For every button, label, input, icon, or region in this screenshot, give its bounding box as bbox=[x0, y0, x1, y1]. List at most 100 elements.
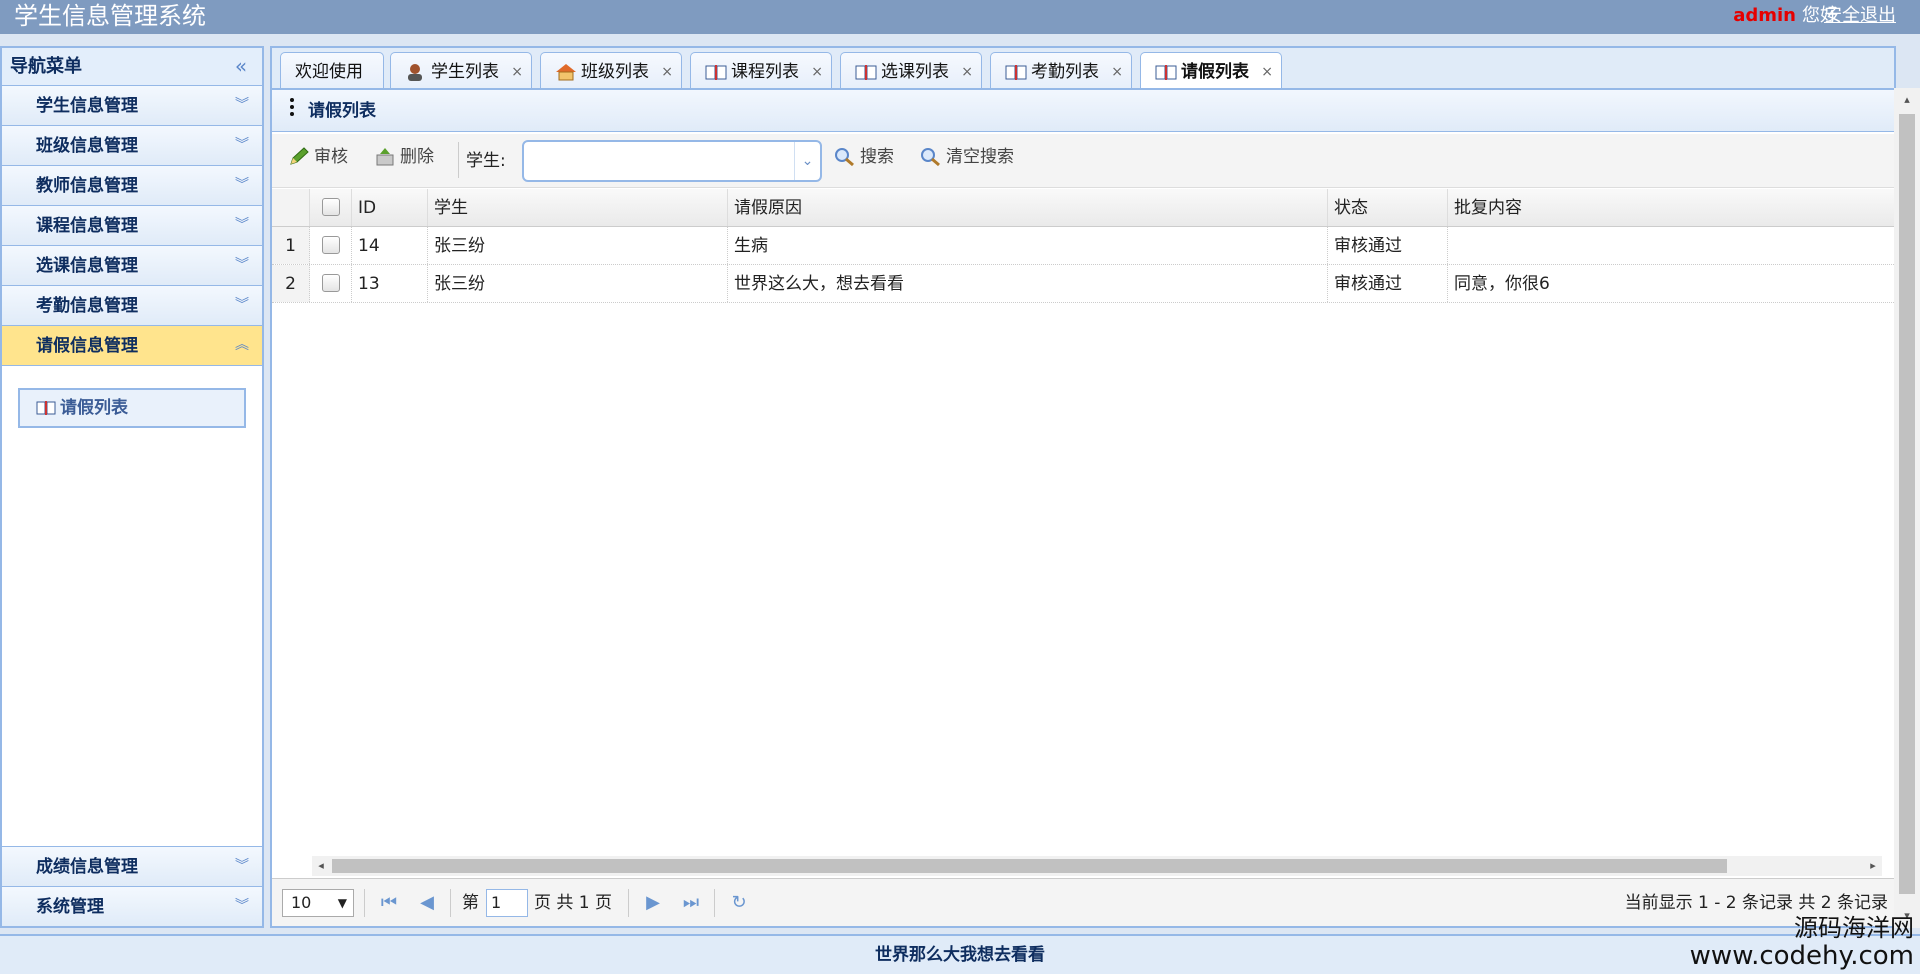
tab-welcome[interactable]: 欢迎使用 bbox=[280, 52, 384, 90]
submenu-item-label: 请假列表 bbox=[60, 398, 128, 418]
tab-bar: 欢迎使用 学生列表 × 班级列表 × 课程列表 × 选课列表 × 考勤列表 × bbox=[270, 46, 1896, 92]
cell-status: 审核通过 bbox=[1328, 265, 1448, 302]
scroll-up-icon[interactable]: ▴ bbox=[1894, 90, 1920, 110]
horizontal-scroll-thumb[interactable] bbox=[332, 859, 1727, 873]
column-header-student[interactable]: 学生 bbox=[428, 189, 728, 226]
rownum-header bbox=[272, 189, 310, 226]
tab-label: 请假列表 bbox=[1181, 62, 1249, 82]
collapse-sidebar-icon[interactable]: « bbox=[230, 55, 252, 77]
refresh-icon[interactable]: ↻ bbox=[728, 892, 750, 914]
vertical-scroll-thumb[interactable] bbox=[1899, 114, 1915, 894]
sidebar-item-label: 考勤信息管理 bbox=[36, 296, 138, 316]
delete-button[interactable]: 删除 bbox=[372, 142, 452, 172]
tab-student-list[interactable]: 学生列表 × bbox=[390, 52, 532, 90]
first-page-icon[interactable]: ⏮ bbox=[378, 892, 400, 914]
tab-class-list[interactable]: 班级列表 × bbox=[540, 52, 682, 90]
tab-label: 欢迎使用 bbox=[295, 62, 363, 82]
tab-attendance-list[interactable]: 考勤列表 × bbox=[990, 52, 1132, 90]
tab-label: 课程列表 bbox=[731, 62, 799, 82]
column-header-reply[interactable]: 批复内容 bbox=[1448, 189, 1896, 226]
tab-selection-list[interactable]: 选课列表 × bbox=[840, 52, 982, 90]
book-icon bbox=[1005, 63, 1027, 86]
chevron-down-icon: ︾ bbox=[235, 898, 249, 914]
close-icon[interactable]: × bbox=[811, 53, 823, 91]
page-size-select[interactable]: 10 ▼ bbox=[282, 889, 354, 917]
cell-reply: 同意，你很6 bbox=[1454, 274, 1550, 294]
chevron-down-icon: ︾ bbox=[235, 217, 249, 233]
sidebar-item-score[interactable]: 成绩信息管理 ︾ bbox=[2, 846, 262, 886]
pager-separator bbox=[364, 889, 365, 917]
footer-text: 世界那么大我想去看看 bbox=[875, 945, 1045, 965]
leave-table: ID 学生 请假原因 状态 批复内容 1 14 张三纷 生病 审核通过 2 13… bbox=[272, 189, 1896, 303]
close-icon[interactable]: × bbox=[511, 53, 523, 91]
scroll-left-icon[interactable]: ◂ bbox=[312, 856, 330, 876]
tab-label: 班级列表 bbox=[581, 62, 649, 82]
sidebar-item-system[interactable]: 系统管理 ︾ bbox=[2, 886, 262, 926]
logout-link[interactable]: 安全退出 bbox=[1824, 0, 1896, 32]
scroll-right-icon[interactable]: ▸ bbox=[1864, 856, 1882, 876]
tab-label: 选课列表 bbox=[881, 62, 949, 82]
vertical-scrollbar[interactable]: ▴ ▾ bbox=[1894, 88, 1920, 928]
pencil-icon bbox=[288, 147, 310, 172]
table-header-row: ID 学生 请假原因 状态 批复内容 bbox=[272, 189, 1896, 227]
sidebar-item-attendance[interactable]: 考勤信息管理 ︾ bbox=[2, 286, 262, 326]
audit-button[interactable]: 审核 bbox=[286, 142, 366, 172]
student-filter-label: 学生: bbox=[466, 151, 506, 171]
page-number-input[interactable]: 1 bbox=[486, 889, 528, 917]
pager-separator bbox=[628, 889, 629, 917]
pager-separator bbox=[714, 889, 715, 917]
sidebar-item-leave[interactable]: 请假信息管理 ︽ bbox=[2, 326, 262, 366]
app-title: 学生信息管理系统 bbox=[14, 2, 206, 30]
page-suffix: 页 共 1 页 bbox=[534, 893, 613, 913]
select-all-cell bbox=[310, 189, 352, 226]
tab-label: 考勤列表 bbox=[1031, 62, 1099, 82]
clear-search-label: 清空搜索 bbox=[946, 147, 1014, 167]
cell-reason: 生病 bbox=[728, 227, 1328, 264]
chevron-up-icon: ︽ bbox=[235, 337, 249, 353]
chevron-down-icon: ︾ bbox=[235, 177, 249, 193]
submenu-item-leave-list[interactable]: 请假列表 bbox=[18, 388, 246, 428]
book-icon bbox=[855, 63, 877, 86]
column-header-reason[interactable]: 请假原因 bbox=[728, 189, 1328, 226]
more-icon bbox=[290, 98, 296, 122]
sidebar-item-student[interactable]: 学生信息管理 ︾ bbox=[2, 86, 262, 126]
table-row[interactable]: 2 13 张三纷 世界这么大，想去看看 审核通过 同意，你很6 bbox=[272, 265, 1896, 303]
cell-id: 13 bbox=[352, 265, 428, 302]
book-icon bbox=[705, 63, 727, 86]
chevron-down-icon: ︾ bbox=[235, 97, 249, 113]
close-icon[interactable]: × bbox=[961, 53, 973, 91]
chevron-down-icon: ︾ bbox=[235, 137, 249, 153]
pager-separator bbox=[450, 889, 451, 917]
clear-search-button[interactable]: 清空搜索 bbox=[918, 142, 1038, 172]
sidebar-item-course[interactable]: 课程信息管理 ︾ bbox=[2, 206, 262, 246]
last-page-icon[interactable]: ⏭ bbox=[680, 892, 702, 914]
close-icon[interactable]: × bbox=[661, 53, 673, 91]
page-size-value: 10 bbox=[291, 893, 312, 912]
tab-leave-list[interactable]: 请假列表 × bbox=[1140, 52, 1282, 92]
row-checkbox[interactable] bbox=[322, 274, 340, 292]
watermark: 源码海洋网 www.codehy.com bbox=[1690, 914, 1914, 970]
chevron-down-icon[interactable]: ⌄ bbox=[794, 142, 820, 180]
sidebar-item-teacher[interactable]: 教师信息管理 ︾ bbox=[2, 166, 262, 206]
tab-label: 学生列表 bbox=[431, 62, 499, 82]
close-icon[interactable]: × bbox=[1111, 53, 1123, 91]
student-combobox[interactable]: ⌄ bbox=[522, 140, 822, 182]
search-button[interactable]: 搜索 bbox=[832, 142, 902, 172]
row-checkbox[interactable] bbox=[322, 236, 340, 254]
column-header-id[interactable]: ID bbox=[352, 189, 428, 226]
user-name: admin bbox=[1733, 5, 1796, 26]
column-header-status[interactable]: 状态 bbox=[1328, 189, 1448, 226]
table-row[interactable]: 1 14 张三纷 生病 审核通过 bbox=[272, 227, 1896, 265]
select-all-checkbox[interactable] bbox=[322, 198, 340, 216]
horizontal-scrollbar[interactable]: ◂ ▸ bbox=[312, 856, 1882, 876]
sidebar-item-label: 选课信息管理 bbox=[36, 256, 138, 276]
row-number: 2 bbox=[272, 265, 310, 302]
pagination-bar: 10 ▼ ⏮ ◀ 第 1 页 共 1 页 ▶ ⏭ ↻ 当前显示 1 - 2 条记… bbox=[272, 878, 1896, 926]
prev-page-icon[interactable]: ◀ bbox=[416, 892, 438, 914]
next-page-icon[interactable]: ▶ bbox=[642, 892, 664, 914]
tab-course-list[interactable]: 课程列表 × bbox=[690, 52, 832, 90]
sidebar-item-class[interactable]: 班级信息管理 ︾ bbox=[2, 126, 262, 166]
audit-label: 审核 bbox=[314, 147, 348, 167]
close-icon[interactable]: × bbox=[1261, 53, 1273, 91]
sidebar-item-selection[interactable]: 选课信息管理 ︾ bbox=[2, 246, 262, 286]
